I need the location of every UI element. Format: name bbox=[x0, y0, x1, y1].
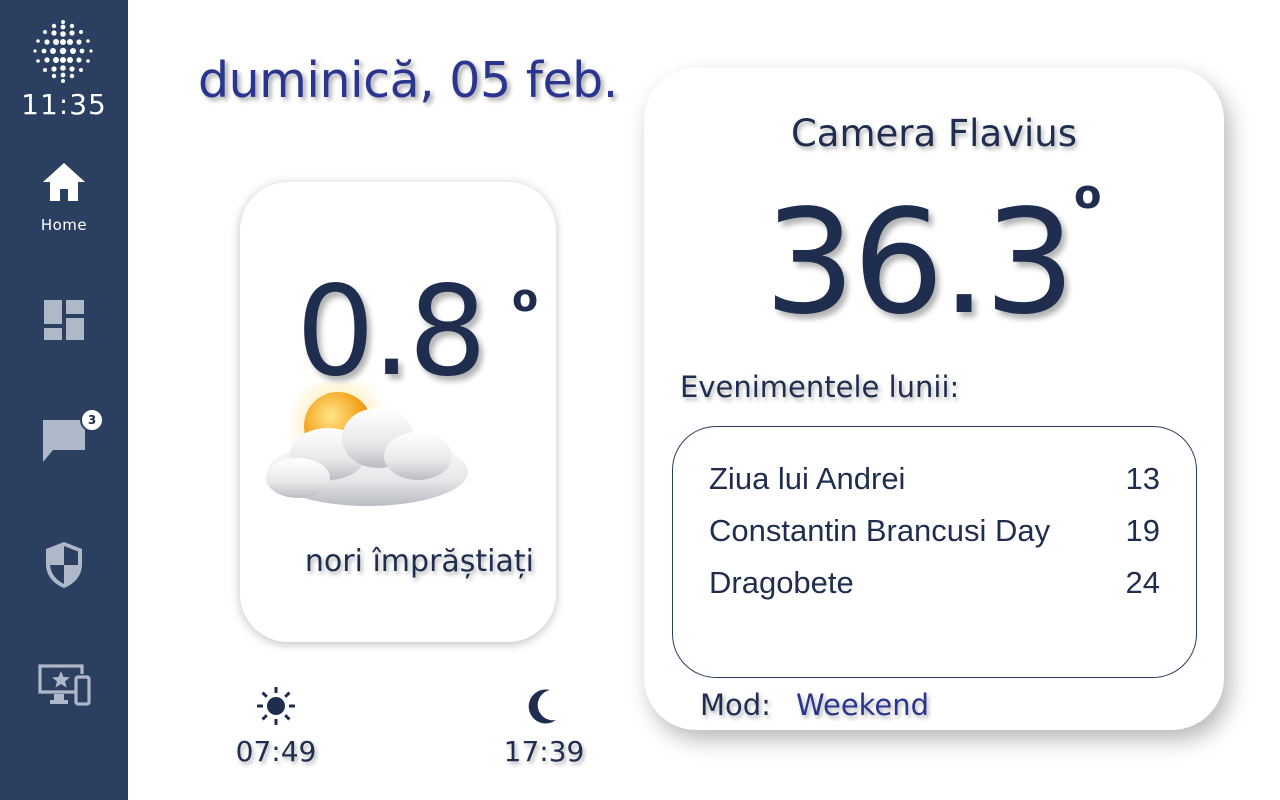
shield-icon bbox=[46, 542, 82, 588]
room-temperature: 36.3 bbox=[764, 178, 1076, 346]
mode-value[interactable]: Weekend bbox=[796, 688, 929, 722]
sunset-block: 17:39 bbox=[502, 686, 586, 768]
list-item: Dragobete 24 bbox=[709, 557, 1160, 609]
dotted-sphere-logo-icon bbox=[33, 20, 93, 83]
list-item: Constantin Brancusi Day 19 bbox=[709, 505, 1160, 557]
sunset-time: 17:39 bbox=[503, 735, 585, 768]
list-item: Ziua lui Andrei 13 bbox=[709, 453, 1160, 505]
sun-behind-cloud-icon bbox=[266, 382, 468, 506]
room-card[interactable]: Camera Flavius 36.3 o Evenimentele lunii… bbox=[644, 68, 1224, 730]
degree-symbol: o bbox=[512, 276, 539, 320]
sidebar-item-messages[interactable]: 3 bbox=[0, 408, 128, 466]
devices-icon bbox=[38, 664, 91, 706]
home-icon bbox=[43, 163, 85, 201]
sidebar-item-dashboard[interactable] bbox=[0, 298, 128, 342]
event-day: 13 bbox=[1125, 461, 1160, 496]
notification-badge: 3 bbox=[80, 408, 104, 432]
weather-card[interactable]: 0.8 o nori împrăștiați bbox=[240, 182, 556, 642]
event-name: Dragobete bbox=[709, 565, 854, 600]
sunrise-time: 07:49 bbox=[235, 735, 317, 768]
sidebar-item-label: Home bbox=[40, 216, 88, 234]
weather-condition: nori împrăștiați bbox=[304, 544, 534, 579]
mode-label: Mod: bbox=[700, 688, 771, 722]
events-title: Evenimentele lunii: bbox=[680, 370, 960, 404]
sidebar: 11:35 Home 3 bbox=[0, 0, 128, 800]
sidebar-item-security[interactable] bbox=[0, 540, 128, 590]
events-list: Ziua lui Andrei 13 Constantin Brancusi D… bbox=[672, 426, 1197, 678]
current-date: duminică, 05 feb. bbox=[198, 52, 618, 109]
dashboard-icon bbox=[44, 300, 84, 340]
event-day: 19 bbox=[1125, 513, 1160, 548]
room-name: Camera Flavius bbox=[790, 112, 1078, 155]
sunrise-block: 07:49 bbox=[234, 686, 318, 768]
sidebar-clock: 11:35 bbox=[21, 88, 107, 121]
sidebar-item-devices[interactable] bbox=[0, 662, 128, 708]
outside-temperature: 0.8 bbox=[296, 260, 487, 404]
moon-icon bbox=[528, 689, 556, 724]
degree-symbol: o bbox=[1074, 172, 1102, 218]
sun-icon bbox=[257, 687, 295, 725]
event-day: 24 bbox=[1125, 565, 1160, 600]
event-name: Constantin Brancusi Day bbox=[709, 513, 1051, 548]
event-name: Ziua lui Andrei bbox=[709, 461, 906, 496]
sidebar-item-home[interactable]: Home bbox=[0, 160, 128, 234]
